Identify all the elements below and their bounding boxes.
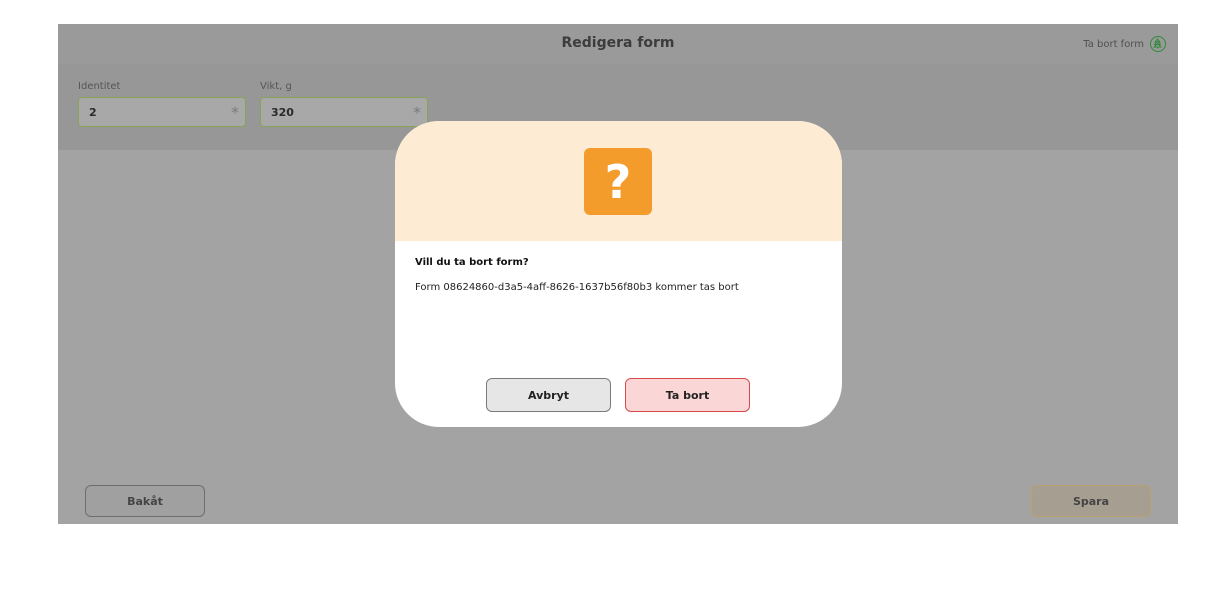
question-icon: ? bbox=[584, 148, 652, 215]
identity-field[interactable]: 2 * bbox=[78, 97, 246, 127]
delete-form-label: Ta bort form bbox=[1083, 38, 1144, 50]
identity-label: Identitet bbox=[78, 81, 121, 92]
weight-value: 320 bbox=[271, 106, 294, 119]
delete-form-link[interactable]: Ta bort form bbox=[1083, 36, 1166, 52]
weight-label: Vikt, g bbox=[260, 81, 292, 92]
header-bar: Redigera form Ta bort form bbox=[58, 24, 1178, 64]
page-title: Redigera form bbox=[561, 35, 675, 51]
cancel-button[interactable]: Avbryt bbox=[486, 378, 611, 412]
required-asterisk-icon: * bbox=[231, 103, 239, 122]
tree-icon bbox=[1150, 36, 1166, 52]
identity-value: 2 bbox=[89, 106, 97, 119]
confirm-delete-dialog: ? Vill du ta bort form? Form 08624860-d3… bbox=[395, 121, 842, 427]
dialog-message: Form 08624860-d3a5-4aff-8626-1637b56f80b… bbox=[415, 282, 739, 293]
dialog-header: ? bbox=[395, 121, 842, 241]
back-button[interactable]: Bakåt bbox=[85, 485, 205, 517]
confirm-delete-button[interactable]: Ta bort bbox=[625, 378, 750, 412]
save-button[interactable]: Spara bbox=[1031, 485, 1151, 517]
dialog-heading: Vill du ta bort form? bbox=[415, 257, 529, 268]
required-asterisk-icon: * bbox=[413, 103, 421, 122]
